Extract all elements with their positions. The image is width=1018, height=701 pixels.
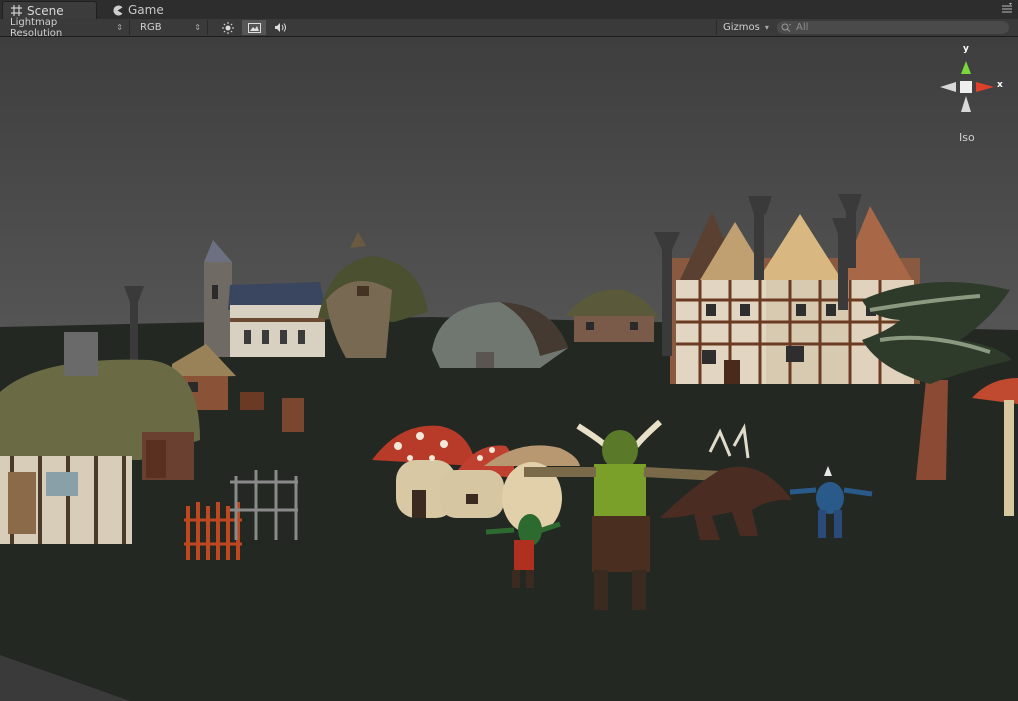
hierarchy-search-field[interactable]: All [777,21,1009,34]
speaker-icon [274,23,286,32]
updown-arrows-icon: ⇕ [194,23,201,32]
panel-menu-icon[interactable] [1000,3,1014,15]
render-mode-dropdown[interactable]: Lightmap Resolution ⇕ [4,17,130,39]
color-mode-label: RGB [140,22,162,33]
scene-viewport[interactable]: y x Iso [0,37,1018,701]
tab-bar: Scene Game [0,0,1018,20]
render-mode-label: Lightmap Resolution [10,16,63,39]
scene-effects-toggle[interactable] [242,20,266,35]
pacman-icon [113,5,123,16]
axis-gizmo-icon [940,61,994,112]
x-axis-label: x [997,80,1003,90]
search-icon [781,23,791,32]
sun-icon [222,21,234,34]
audio-toggle[interactable] [268,20,292,35]
gizmos-label: Gizmos [723,22,760,33]
scene-orientation-gizmo[interactable]: y x [938,44,1008,144]
well[interactable] [282,398,304,432]
dropdown-arrow-icon: ▾ [764,23,769,32]
tab-scene-label: Scene [27,3,64,18]
y-axis-label: y [963,44,969,54]
tab-game-label: Game [128,3,164,17]
lighting-toggle[interactable] [216,20,240,35]
search-placeholder: All [796,22,809,33]
grid-icon [11,5,22,16]
projection-mode-label[interactable]: Iso [959,131,975,144]
color-mode-dropdown[interactable]: RGB ⇕ [134,20,208,35]
scene-toolbar: Lightmap Resolution ⇕ RGB ⇕ Gizmos ▾ All [0,17,1018,39]
updown-arrows-icon: ⇕ [116,23,123,32]
scene-render [0,37,1018,701]
tab-game[interactable]: Game [104,1,184,19]
image-icon [247,22,261,33]
gizmos-dropdown[interactable]: Gizmos ▾ [716,20,772,35]
